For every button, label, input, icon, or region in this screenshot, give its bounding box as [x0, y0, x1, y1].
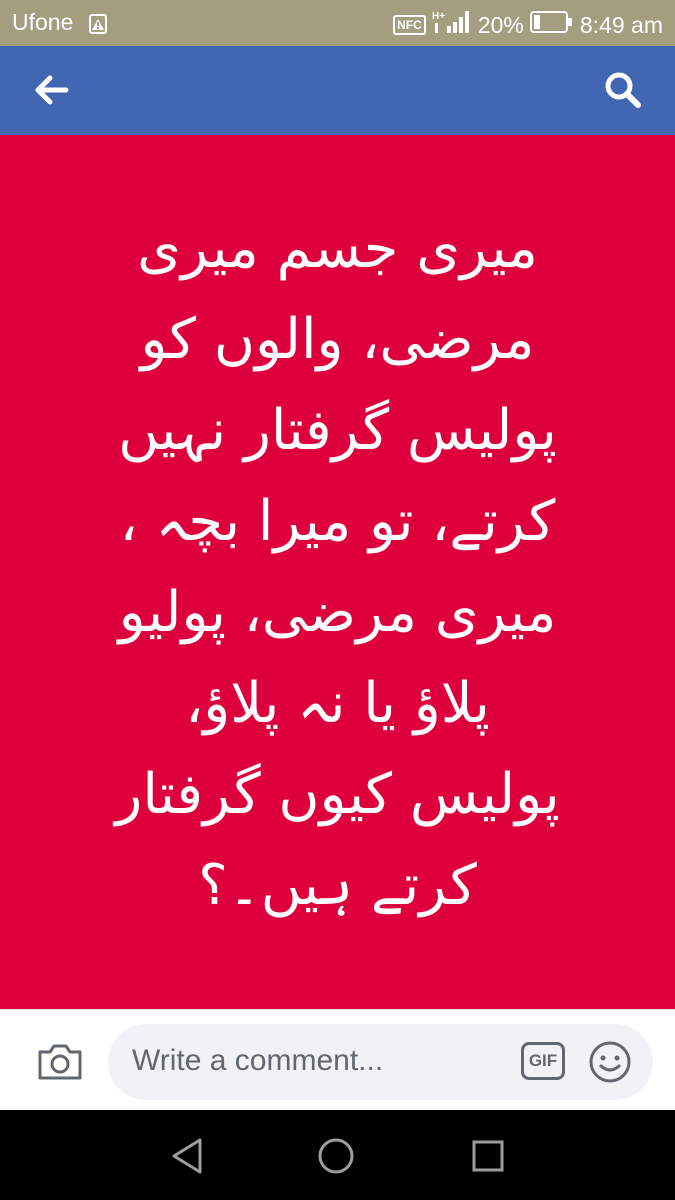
arrow-left-icon[interactable]	[32, 72, 72, 108]
app-bar	[0, 46, 675, 135]
carrier-name: Ufone	[12, 9, 74, 35]
post-line: پولیس گرفتار نہیں	[118, 398, 557, 463]
camera-icon[interactable]	[36, 1042, 84, 1082]
system-nav-bar	[0, 1110, 675, 1200]
post-text: میری جسم میری مرضی، والوں کو پولیس گرفتا…	[68, 203, 608, 931]
comment-bar: Write a comment... GIF	[0, 1009, 675, 1111]
triangle-back-icon[interactable]	[168, 1136, 208, 1176]
post-line: مرضی، والوں کو	[140, 307, 535, 372]
post-text-background: میری جسم میری مرضی، والوں کو پولیس گرفتا…	[0, 135, 675, 1009]
search-icon[interactable]	[603, 70, 643, 110]
battery-icon	[529, 10, 574, 40]
nfc-icon: NFC	[393, 15, 426, 35]
comment-placeholder: Write a comment...	[132, 1044, 384, 1077]
post-line: میری جسم میری	[137, 216, 538, 281]
smiley-icon[interactable]	[588, 1040, 632, 1084]
status-icons: NFC H+ 20% 8:49 am	[393, 9, 663, 41]
square-recents-icon[interactable]	[468, 1136, 508, 1176]
post-line: کرتے، تو میرا بچہ ،	[119, 489, 556, 554]
battery-percent: 20%	[477, 11, 524, 38]
clock: 8:49 am	[579, 11, 663, 38]
status-bar: Ufone NFC H+ 20% 8:49 am	[0, 0, 675, 46]
sim-warning-icon	[88, 11, 108, 41]
comment-input[interactable]: Write a comment... GIF	[108, 1024, 653, 1100]
gif-button[interactable]: GIF	[521, 1042, 565, 1080]
post-line: میری مرضی، پولیو	[118, 580, 557, 645]
signal-icon: H+	[432, 9, 472, 41]
post-line: پلاؤ یا نہ پلاؤ،	[185, 671, 490, 736]
svg-text:H+: H+	[432, 11, 445, 22]
post-line: کرتے ہیں۔؟	[198, 853, 477, 918]
circle-home-icon[interactable]	[316, 1136, 356, 1176]
post-line: پولیس کیوں گرفتار	[115, 762, 560, 827]
